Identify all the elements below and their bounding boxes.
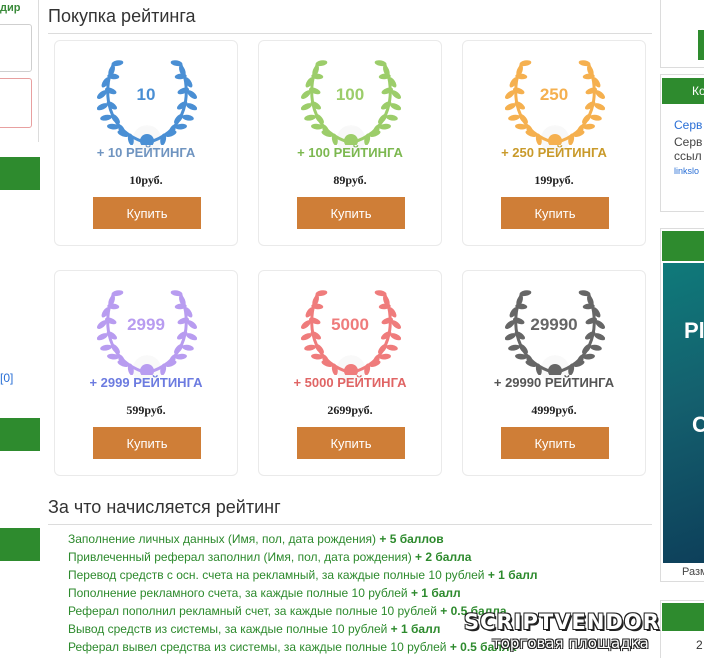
buy-button[interactable]: Купить <box>501 197 609 229</box>
right-sidebar: Ко Серв Серв ссыл linkslo Pl C Разм 2 <box>660 0 704 658</box>
rating-card: 29990 + 29990 РЕЙТИНГА 4999руб. Купить <box>462 270 646 476</box>
buy-button[interactable]: Купить <box>297 197 405 229</box>
right-banner-text: C <box>692 412 704 437</box>
buy-button[interactable]: Купить <box>93 427 201 459</box>
right-banner-header <box>662 231 704 261</box>
left-sidebar: дир [0] <box>0 0 40 658</box>
list-item: Пополнение рекламного счета, за каждые п… <box>68 586 461 600</box>
rating-card: 250 + 250 РЕЙТИНГА 199руб. Купить <box>462 40 646 246</box>
right-banner-text: Pl <box>684 318 704 343</box>
right-green-button[interactable] <box>698 30 704 60</box>
rating-label: + 29990 РЕЙТИНГА <box>493 375 615 390</box>
purchase-title: Покупка рейтинга <box>48 6 196 26</box>
list-item: Привлеченный реферал заполнил (Имя, пол,… <box>68 550 472 564</box>
rating-card: 10 + 10 РЕЙТИНГА 10руб. Купить <box>54 40 238 246</box>
price: 599руб. <box>126 403 166 417</box>
rating-amount: 10 <box>136 85 156 104</box>
left-sidebar-link[interactable]: [0] <box>0 371 13 385</box>
watermark: SCRIPTVENDOR торговая площадка <box>464 610 696 656</box>
left-sidebar-green-button[interactable] <box>0 418 40 451</box>
right-widget-header: Ко <box>662 78 704 104</box>
earn-title: За что начисляется рейтинг <box>48 497 281 517</box>
watermark-title: SCRIPTVENDOR <box>464 610 660 634</box>
left-sidebar-input[interactable] <box>0 24 32 72</box>
list-item: Заполнение личных данных (Имя, пол, дата… <box>68 532 444 546</box>
rating-label: + 2999 РЕЙТИНГА <box>89 375 203 390</box>
rating-amount: 250 <box>539 85 569 104</box>
right-banner-caption: Разм <box>682 566 704 578</box>
right-widget-value: 2 <box>696 638 703 652</box>
left-sidebar-divider <box>38 0 39 142</box>
rating-card: 2999 + 2999 РЕЙТИНГА 599руб. Купить <box>54 270 238 476</box>
buy-button[interactable]: Купить <box>93 197 201 229</box>
price: 4999руб. <box>531 403 577 417</box>
watermark-subtitle: торговая площадка <box>492 634 649 652</box>
rating-amount: 2999 <box>127 315 165 334</box>
rating-label: + 250 РЕЙТИНГА <box>501 145 607 160</box>
price: 89руб. <box>333 173 367 187</box>
rating-label: + 10 РЕЙТИНГА <box>96 145 196 160</box>
rating-amount: 100 <box>335 85 365 104</box>
rating-amount: 29990 <box>530 315 578 334</box>
rating-label: + 5000 РЕЙТИНГА <box>293 375 407 390</box>
price: 199руб. <box>534 173 574 187</box>
rating-amount: 5000 <box>331 315 369 334</box>
right-widget-text: Серв ссыл <box>674 135 703 163</box>
buy-button[interactable]: Купить <box>297 427 405 459</box>
rating-card: 5000 + 5000 РЕЙТИНГА 2699руб. Купить <box>258 270 442 476</box>
right-widget-url[interactable]: linkslo <box>674 166 699 176</box>
earn-title-divider <box>48 524 652 525</box>
purchase-title-divider <box>48 33 652 34</box>
left-sidebar-input-error[interactable] <box>0 78 32 128</box>
list-item: Перевод средств с осн. счета на рекламны… <box>68 568 538 582</box>
buy-button[interactable]: Купить <box>501 427 609 459</box>
left-sidebar-text: дир <box>0 2 21 14</box>
right-widget-link[interactable]: Серв <box>674 118 702 132</box>
price: 10руб. <box>129 173 163 187</box>
rating-label: + 100 РЕЙТИНГА <box>297 145 403 160</box>
price: 2699руб. <box>327 403 373 417</box>
left-sidebar-green-button[interactable] <box>0 157 40 190</box>
rating-card: 100 + 100 РЕЙТИНГА 89руб. Купить <box>258 40 442 246</box>
left-sidebar-green-button[interactable] <box>0 528 40 561</box>
